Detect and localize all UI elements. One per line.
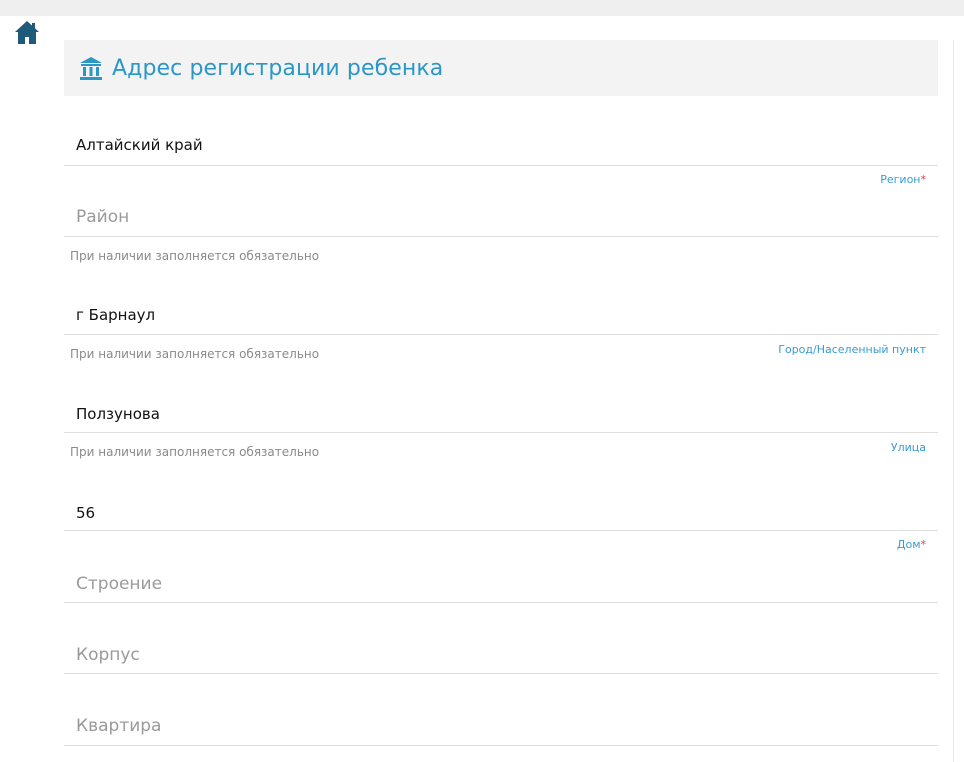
apartment-placeholder: Квартира <box>76 716 162 736</box>
home-icon[interactable] <box>12 18 42 46</box>
section-title: Адрес регистрации ребенка <box>112 55 444 81</box>
bank-icon <box>78 55 104 81</box>
building-underline <box>64 602 938 603</box>
street-label: Улица <box>890 441 926 454</box>
region-field[interactable]: Алтайский край Регион* <box>64 130 938 190</box>
scrollbar-track[interactable] <box>953 40 954 762</box>
house-value: 56 <box>76 504 96 522</box>
city-underline <box>64 334 938 335</box>
district-underline <box>64 236 938 237</box>
street-field[interactable]: Ползунова При наличии заполняется обязат… <box>64 401 938 471</box>
region-value: Алтайский край <box>76 136 203 154</box>
block-field[interactable]: Корпус <box>64 642 938 682</box>
street-value: Ползунова <box>76 405 160 423</box>
district-hint: При наличии заполняется обязательно <box>70 249 320 263</box>
region-underline <box>64 165 938 166</box>
city-field[interactable]: г Барнаул При наличии заполняется обязат… <box>64 302 938 372</box>
district-placeholder: Район <box>76 207 130 227</box>
street-underline <box>64 432 938 433</box>
house-label: Дом* <box>896 538 926 551</box>
registration-address-panel: Адрес регистрации ребенка Алтайский край… <box>64 40 938 762</box>
city-label: Город/Населенный пункт <box>778 343 926 356</box>
house-field[interactable]: 56 Дом* <box>64 500 938 560</box>
city-hint: При наличии заполняется обязательно <box>70 347 320 361</box>
house-underline <box>64 530 938 531</box>
block-underline <box>64 673 938 674</box>
top-strip <box>0 0 964 16</box>
district-field[interactable]: Район При наличии заполняется обязательн… <box>64 200 938 270</box>
apartment-field[interactable]: Квартира <box>64 712 938 752</box>
block-placeholder: Корпус <box>76 645 140 665</box>
city-value: г Барнаул <box>76 306 156 324</box>
region-label: Регион* <box>880 173 926 186</box>
building-placeholder: Строение <box>76 574 163 594</box>
building-field[interactable]: Строение <box>64 570 938 610</box>
panel-header: Адрес регистрации ребенка <box>64 40 938 96</box>
apartment-underline <box>64 745 938 746</box>
street-hint: При наличии заполняется обязательно <box>70 445 320 459</box>
